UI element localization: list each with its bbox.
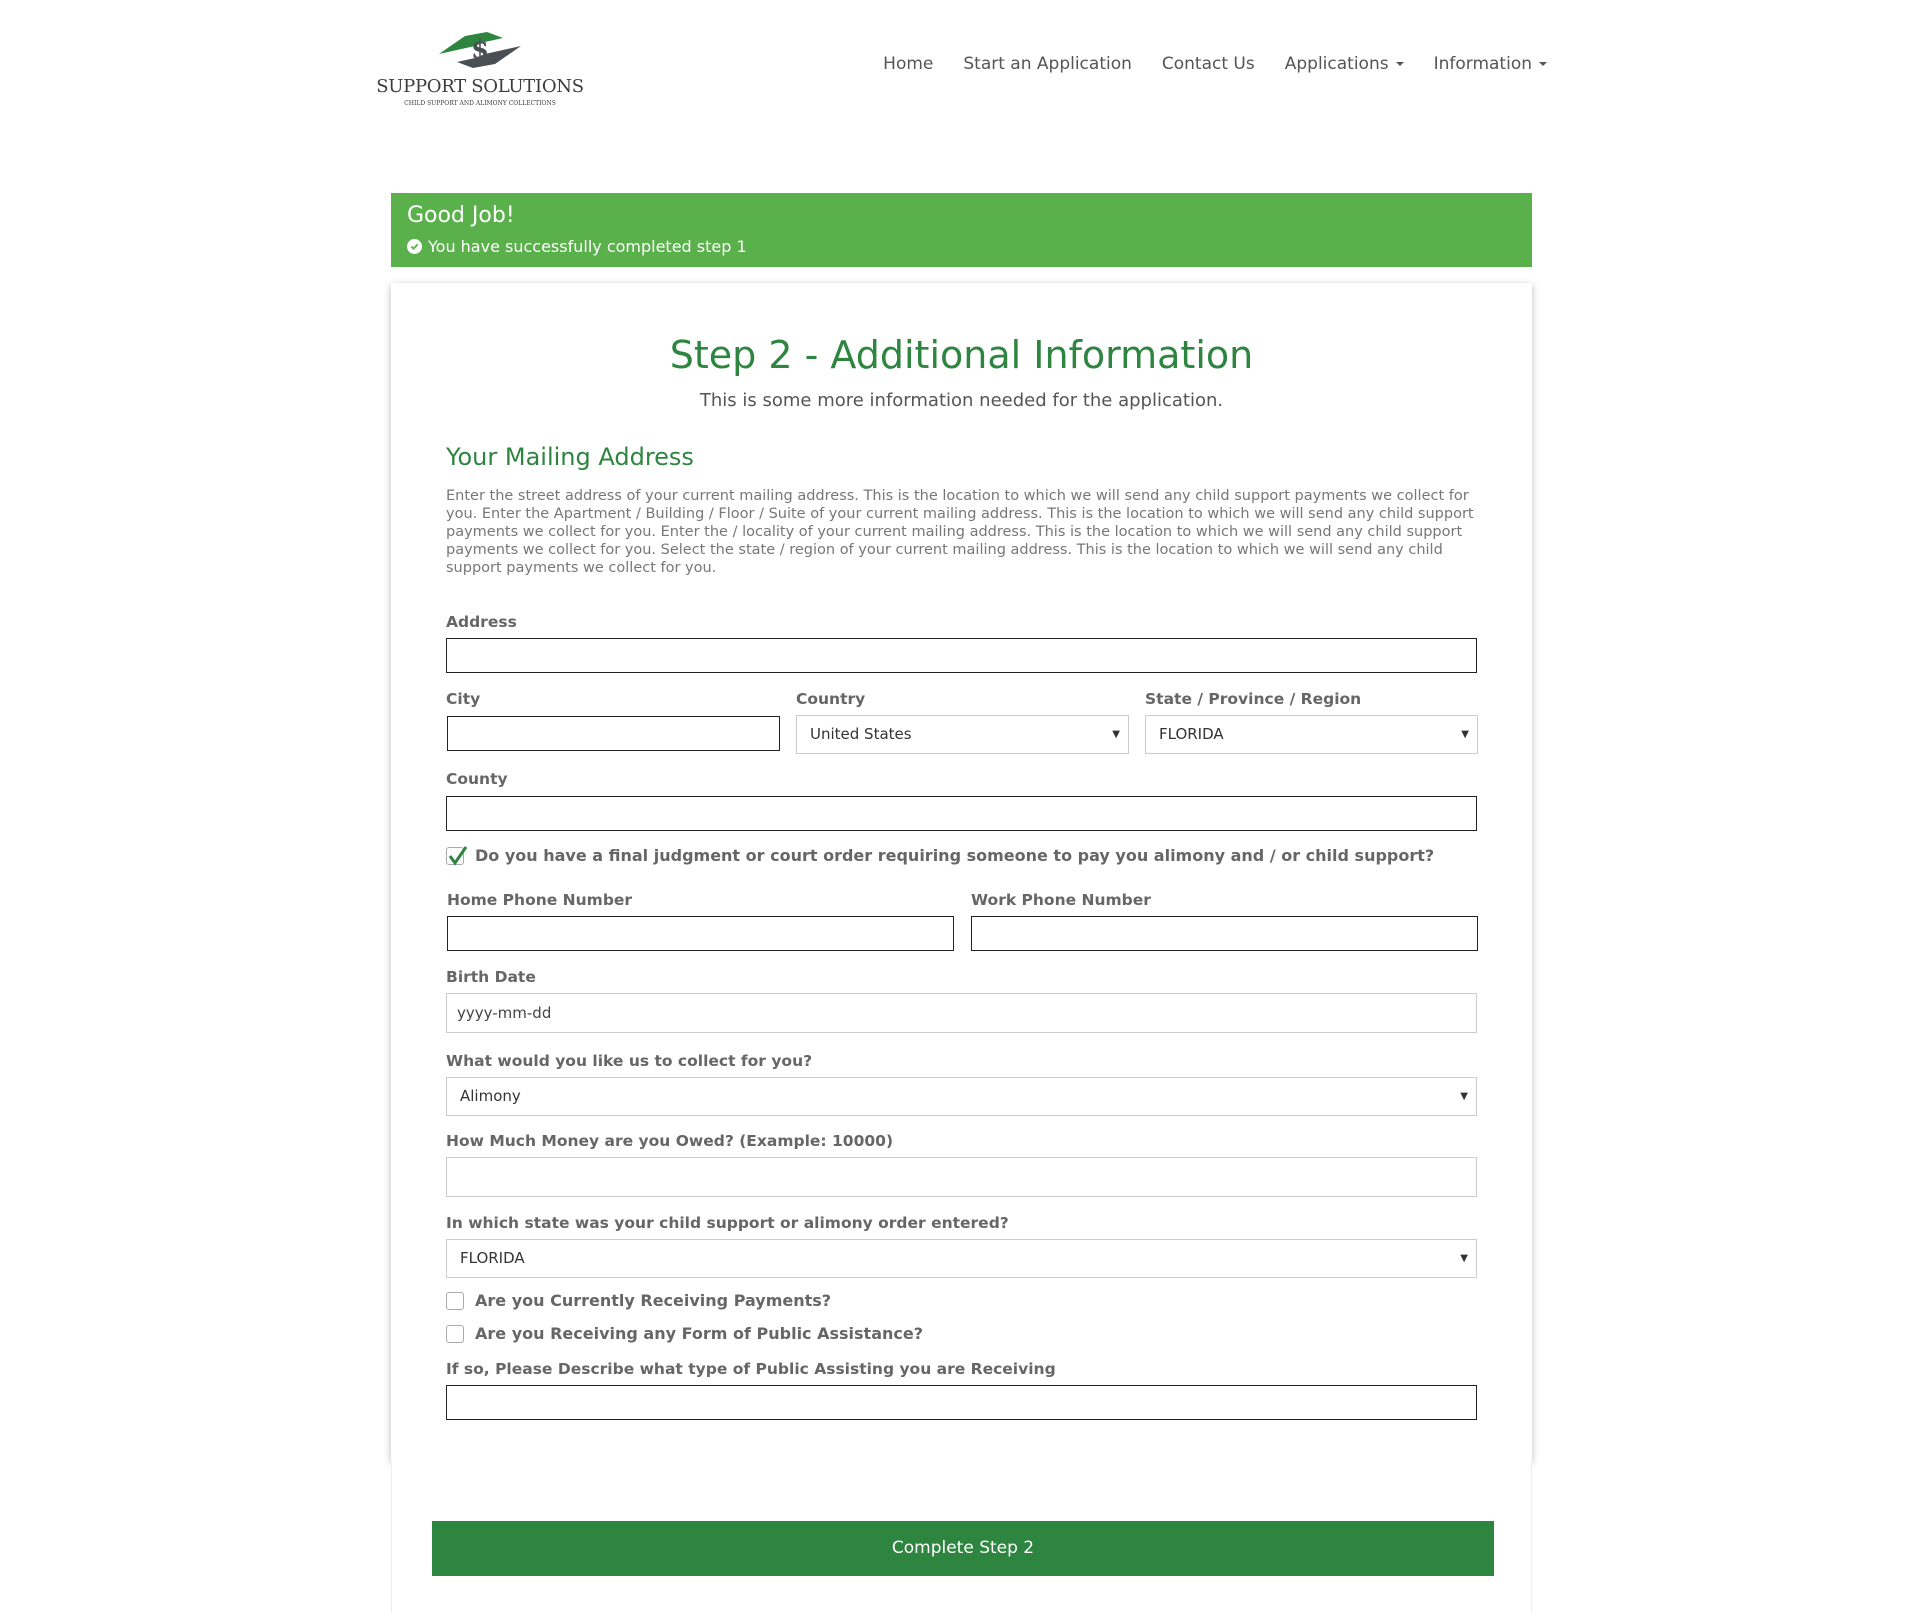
page-subtitle: This is some more information needed for…: [699, 390, 1224, 411]
success-alert: Good Job! You have successfully complete…: [391, 193, 1532, 267]
dropdown-arrow-icon: ▼: [1461, 729, 1469, 740]
state-label: State / Province / Region: [1145, 690, 1362, 708]
dropdown-arrow-icon: ▼: [1460, 1091, 1468, 1102]
country-select[interactable]: United States ▼: [796, 715, 1129, 754]
logo-hands-icon: $: [439, 32, 521, 68]
county-label: County: [446, 770, 508, 788]
nav-applications-label: Applications: [1284, 54, 1389, 74]
country-select-value: United States: [810, 725, 912, 743]
birth-date-input[interactable]: yyyy-mm-dd: [446, 993, 1477, 1033]
assistance-type-input[interactable]: [446, 1385, 1477, 1420]
public-assistance-label: Are you Receiving any Form of Public Ass…: [475, 1324, 923, 1343]
alert-message-text: You have successfully completed step 1: [428, 237, 747, 256]
country-label: Country: [796, 690, 866, 708]
collect-select[interactable]: Alimony ▼: [446, 1077, 1477, 1116]
nav-start-application[interactable]: Start an Application: [963, 54, 1132, 74]
form-card: Step 2 - Additional Information This is …: [391, 283, 1532, 1461]
city-label: City: [446, 690, 481, 708]
check-circle-icon: [407, 239, 422, 254]
caret-down-icon: [1539, 62, 1547, 66]
birth-date-label: Birth Date: [446, 968, 536, 986]
address-label: Address: [446, 613, 517, 631]
order-state-label: In which state was your child support or…: [446, 1214, 1009, 1232]
nav-applications-dropdown[interactable]: Applications: [1285, 54, 1404, 74]
section-description: Enter the street address of your current…: [446, 488, 1474, 576]
logo-title: SUPPORT SOLUTIONS: [376, 76, 584, 97]
owed-label: How Much Money are you Owed? (Example: 1…: [446, 1132, 894, 1150]
dropdown-arrow-icon: ▼: [1112, 729, 1120, 740]
alert-title: Good Job!: [407, 203, 515, 228]
complete-step-button[interactable]: Complete Step 2: [432, 1521, 1494, 1576]
city-input[interactable]: [447, 716, 780, 751]
county-input[interactable]: [446, 796, 1477, 831]
nav-information-label: Information: [1433, 54, 1532, 74]
nav-contact-us[interactable]: Contact Us: [1162, 54, 1255, 74]
home-phone-label: Home Phone Number: [447, 891, 633, 909]
main-nav: Home Start an Application Contact Us App…: [853, 54, 1547, 74]
section-title: Your Mailing Address: [446, 443, 694, 471]
judgment-question: Do you have a final judgment or court or…: [475, 846, 1435, 865]
receiving-payments-checkbox[interactable]: [446, 1292, 464, 1310]
order-state-select[interactable]: FLORIDA ▼: [446, 1239, 1477, 1278]
order-state-select-value: FLORIDA: [460, 1249, 525, 1267]
assistance-type-label: If so, Please Describe what type of Publ…: [446, 1360, 1056, 1378]
caret-down-icon: [1395, 62, 1404, 66]
collect-label: What would you like us to collect for yo…: [446, 1052, 813, 1070]
page-title: Step 2 - Additional Information: [669, 333, 1254, 377]
receiving-payments-label: Are you Currently Receiving Payments?: [475, 1291, 832, 1310]
checkmark-icon: [448, 846, 468, 866]
logo-subtitle: CHILD SUPPORT AND ALIMONY COLLECTIONS: [404, 100, 556, 107]
nav-home[interactable]: Home: [883, 54, 933, 74]
home-phone-input[interactable]: [447, 916, 954, 951]
logo[interactable]: $ SUPPORT SOLUTIONS CHILD SUPPORT AND AL…: [375, 28, 585, 112]
address-input[interactable]: [446, 638, 1477, 673]
state-select[interactable]: FLORIDA ▼: [1145, 715, 1478, 754]
work-phone-input[interactable]: [971, 916, 1478, 951]
svg-text:$: $: [471, 35, 489, 65]
nav-information-dropdown[interactable]: Information: [1434, 54, 1547, 74]
site-header: $ SUPPORT SOLUTIONS CHILD SUPPORT AND AL…: [0, 0, 1922, 130]
dropdown-arrow-icon: ▼: [1460, 1253, 1468, 1264]
work-phone-label: Work Phone Number: [971, 891, 1151, 909]
state-select-value: FLORIDA: [1159, 725, 1224, 743]
judgment-checkbox[interactable]: [446, 846, 468, 866]
alert-message: You have successfully completed step 1: [407, 237, 747, 256]
collect-select-value: Alimony: [460, 1087, 521, 1105]
public-assistance-checkbox[interactable]: [446, 1325, 464, 1343]
owed-input[interactable]: [446, 1157, 1477, 1197]
